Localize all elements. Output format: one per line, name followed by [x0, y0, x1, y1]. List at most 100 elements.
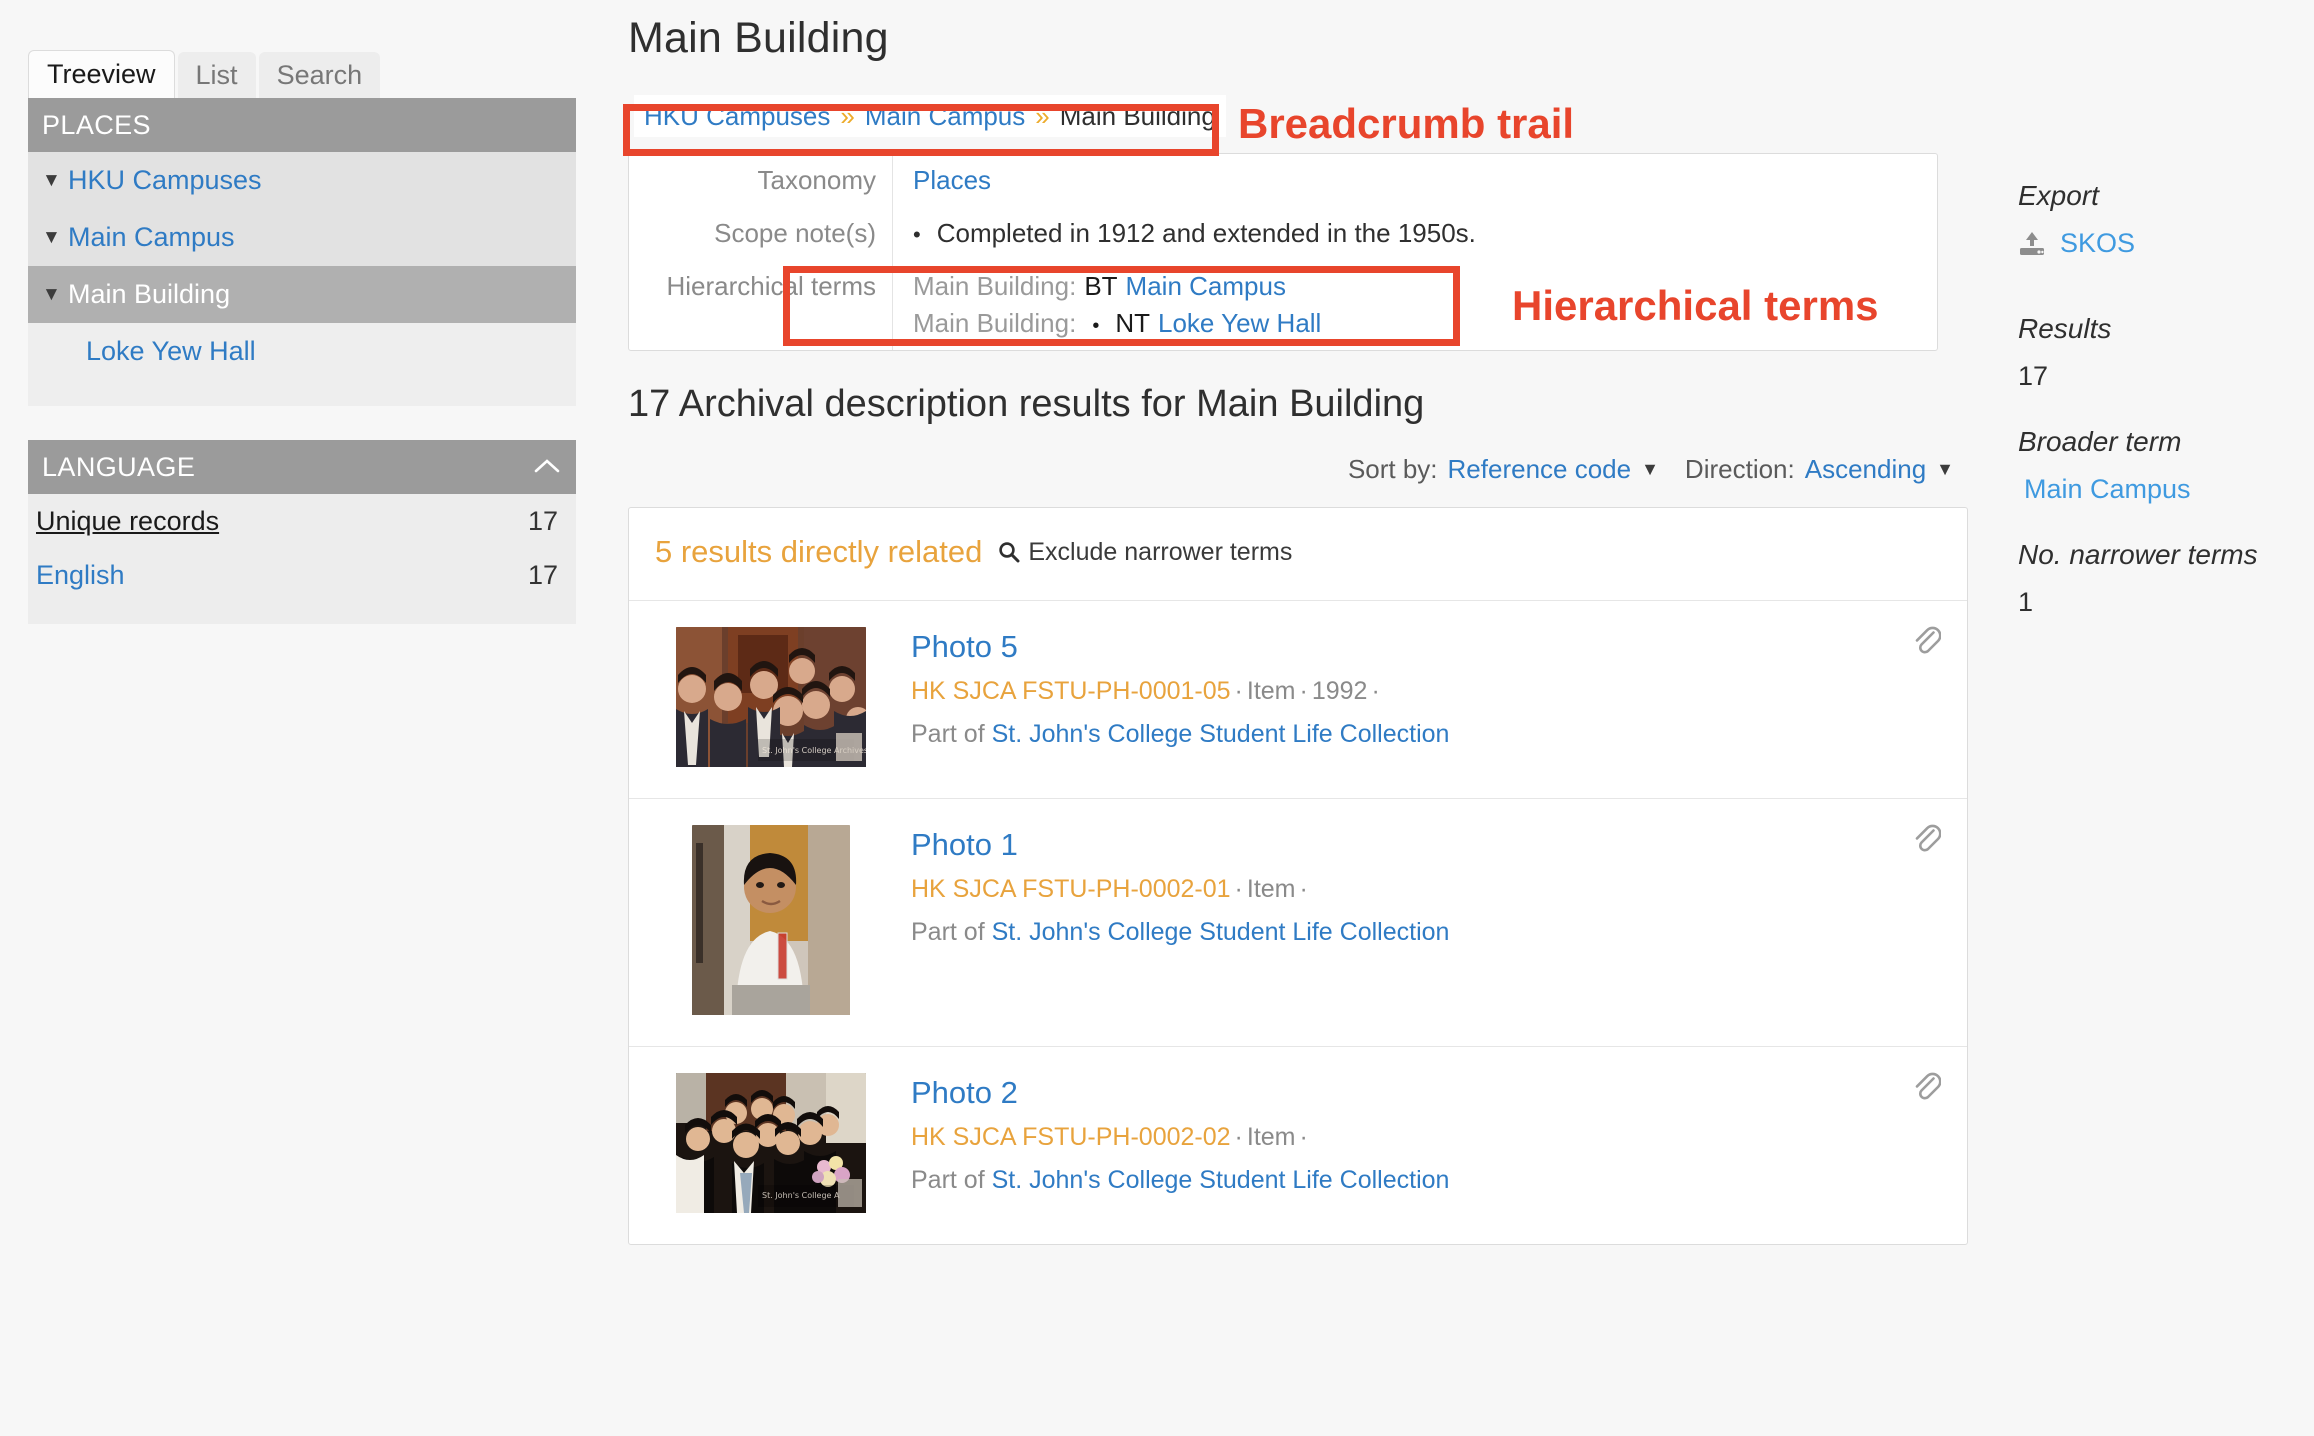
chevron-down-icon[interactable]: ▼	[1641, 459, 1659, 480]
page-title: Main Building	[628, 14, 1970, 63]
hierarchical-term-target[interactable]: Loke Yew Hall	[1158, 308, 1321, 339]
result-title[interactable]: Photo 1	[911, 827, 1941, 863]
breadcrumb-separator-icon: »	[1035, 101, 1049, 132]
result-reference-code: HK SJCA FSTU-PH-0001-05	[911, 677, 1231, 705]
right-sidebar: Export SKOS Results 17 Broader term Main…	[2018, 180, 2314, 628]
result-part-of: Part of St. John's College Student Life …	[911, 918, 1941, 947]
result-row[interactable]: St. John's College A Photo 2 HK SJCA FST…	[629, 1047, 1967, 1244]
result-part-of: Part of St. John's College Student Life …	[911, 1166, 1941, 1195]
scope-note-label: Scope note(s)	[629, 207, 893, 260]
language-facet-header[interactable]: LANGUAGE	[28, 440, 576, 494]
result-level: Item	[1247, 875, 1296, 903]
export-skos-row[interactable]: SKOS	[2018, 228, 2314, 259]
page-root: Treeview List Search PLACES ▼ HKU Campus…	[0, 0, 2314, 1436]
paperclip-icon[interactable]	[1911, 623, 1941, 657]
result-row[interactable]: Photo 1 HK SJCA FSTU-PH-0002-01·Item· Pa…	[629, 799, 1967, 1047]
tree-item-label[interactable]: HKU Campuses	[68, 165, 262, 196]
broader-term-label: Broader term	[2018, 426, 2314, 458]
tree-item-main-campus[interactable]: ▼ Main Campus	[28, 209, 576, 266]
tab-search[interactable]: Search	[259, 52, 381, 98]
sidebar-tabs: Treeview List Search	[28, 46, 576, 98]
caret-down-icon[interactable]: ▼	[42, 285, 68, 304]
breadcrumb-item-hku-campuses[interactable]: HKU Campuses	[644, 101, 830, 132]
part-of-link[interactable]: St. John's College Student Life Collecti…	[992, 1166, 1450, 1194]
hierarchical-term-target[interactable]: Main Campus	[1126, 271, 1286, 302]
tree-item-label[interactable]: Main Campus	[68, 222, 235, 253]
result-body: Photo 5 HK SJCA FSTU-PH-0001-05·Item·199…	[887, 627, 1941, 772]
sort-by-label: Sort by:	[1348, 454, 1438, 485]
annotation-label-hierarchical-terms: Hierarchical terms	[1512, 282, 1879, 330]
main-column: Main Building HKU Campuses » Main Campus…	[628, 0, 1970, 1245]
export-skos-link[interactable]: SKOS	[2060, 228, 2135, 259]
result-body: Photo 2 HK SJCA FSTU-PH-0002-02·Item· Pa…	[887, 1073, 1941, 1218]
part-of-label: Part of	[911, 918, 985, 946]
result-thumbnail[interactable]	[655, 825, 887, 1020]
direction-group: Direction: Ascending ▼	[1685, 454, 1954, 485]
results-heading: 17 Archival description results for Main…	[628, 383, 1970, 426]
caret-down-icon[interactable]: ▼	[42, 171, 68, 190]
breadcrumb-item-main-campus[interactable]: Main Campus	[865, 101, 1025, 132]
thumbnail-image-photo-5: St. John's College Archives	[676, 627, 866, 772]
svg-text:St. John's College A: St. John's College A	[762, 1191, 840, 1200]
tree-item-label[interactable]: Loke Yew Hall	[86, 336, 256, 367]
sort-by-value[interactable]: Reference code	[1448, 454, 1632, 485]
meta-separator: ·	[1296, 677, 1312, 705]
direction-value[interactable]: Ascending	[1805, 454, 1926, 485]
breadcrumb-item-current: Main Building	[1060, 101, 1216, 132]
broader-term-link[interactable]: Main Campus	[2018, 474, 2314, 505]
places-facet: PLACES ▼ HKU Campuses ▼ Main Campus ▼ Ma…	[28, 98, 576, 406]
part-of-label: Part of	[911, 720, 985, 748]
language-row-label[interactable]: Unique records	[36, 506, 219, 537]
language-row-unique-records[interactable]: Unique records 17	[28, 494, 576, 548]
result-thumbnail[interactable]: St. John's College Archives	[655, 627, 887, 772]
result-title[interactable]: Photo 5	[911, 629, 1941, 665]
tab-treeview[interactable]: Treeview	[28, 50, 175, 98]
meta-separator: ·	[1296, 875, 1312, 903]
left-sidebar: Treeview List Search PLACES ▼ HKU Campus…	[28, 46, 576, 624]
tab-search-label: Search	[277, 62, 363, 89]
tree-item-loke-yew-hall[interactable]: Loke Yew Hall	[28, 323, 576, 380]
language-row-count: 17	[528, 506, 558, 537]
directly-related-count: 5 results directly related	[655, 534, 982, 570]
meta-separator: ·	[1231, 875, 1247, 903]
taxonomy-label: Taxonomy	[629, 154, 893, 207]
part-of-link[interactable]: St. John's College Student Life Collecti…	[992, 918, 1450, 946]
info-row-taxonomy: Taxonomy Places	[629, 154, 1937, 207]
search-icon	[998, 541, 1020, 563]
result-reference-code: HK SJCA FSTU-PH-0002-01	[911, 875, 1231, 903]
hierarchical-terms-label: Hierarchical terms	[629, 260, 893, 350]
chevron-up-icon[interactable]	[534, 456, 560, 478]
meta-separator: ·	[1367, 677, 1383, 705]
hierarchical-term-relation: BT	[1084, 271, 1117, 302]
meta-separator: ·	[1296, 1123, 1312, 1151]
direction-label: Direction:	[1685, 454, 1795, 485]
tree-bottom-padding	[28, 380, 576, 406]
scope-note-text: Completed in 1912 and extended in the 19…	[937, 218, 1476, 249]
tree-item-label: Main Building	[68, 279, 230, 310]
part-of-link[interactable]: St. John's College Student Life Collecti…	[992, 720, 1450, 748]
part-of-label: Part of	[911, 1166, 985, 1194]
result-row[interactable]: St. John's College Archives Photo 5 HK S…	[629, 601, 1967, 799]
sort-by-group: Sort by: Reference code ▼	[1348, 454, 1659, 485]
result-thumbnail[interactable]: St. John's College A	[655, 1073, 887, 1218]
result-title[interactable]: Photo 2	[911, 1075, 1941, 1111]
tab-list[interactable]: List	[178, 52, 256, 98]
language-row-english[interactable]: English 17	[28, 548, 576, 602]
language-row-label[interactable]: English	[36, 560, 125, 591]
breadcrumb-separator-icon: »	[840, 101, 854, 132]
tree-item-main-building[interactable]: ▼ Main Building	[28, 266, 576, 323]
paperclip-icon[interactable]	[1911, 821, 1941, 855]
results-card: 5 results directly related Exclude narro…	[628, 507, 1968, 1245]
caret-down-icon[interactable]: ▼	[42, 228, 68, 247]
exclude-narrower-terms-button[interactable]: Exclude narrower terms	[998, 538, 1292, 567]
taxonomy-link[interactable]: Places	[913, 165, 991, 195]
results-card-header: 5 results directly related Exclude narro…	[629, 508, 1967, 601]
tree-item-hku-campuses[interactable]: ▼ HKU Campuses	[28, 152, 576, 209]
result-body: Photo 1 HK SJCA FSTU-PH-0002-01·Item· Pa…	[887, 825, 1941, 1020]
chevron-down-icon[interactable]: ▼	[1936, 459, 1954, 480]
result-date: 1992	[1312, 677, 1368, 705]
results-count-value: 17	[2018, 361, 2314, 392]
language-facet: LANGUAGE Unique records 17 English 17	[28, 440, 576, 624]
thumbnail-image-photo-2: St. John's College A	[676, 1073, 866, 1218]
paperclip-icon[interactable]	[1911, 1069, 1941, 1103]
